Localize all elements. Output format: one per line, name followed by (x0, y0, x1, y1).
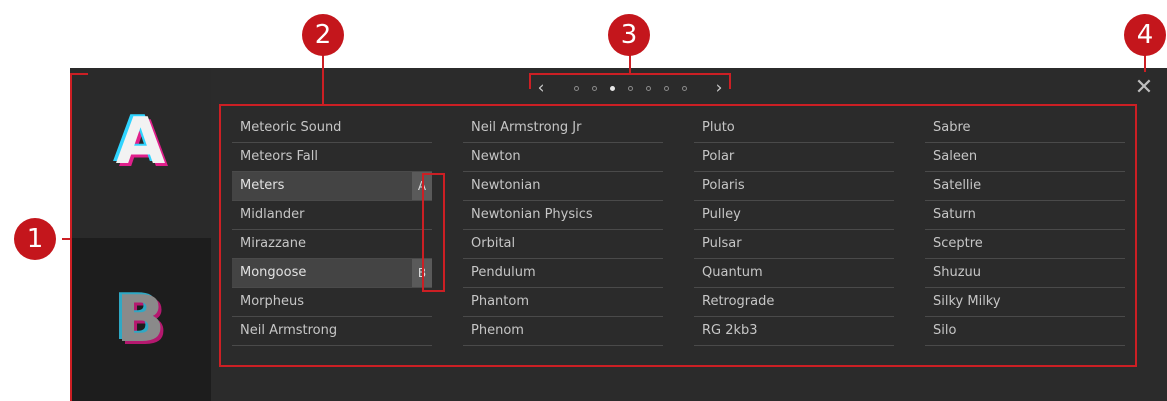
slot-b-letter: B (116, 283, 165, 357)
annotation-leader-1 (62, 238, 72, 240)
callout-2: 2 (302, 14, 344, 56)
annotation-box-2 (219, 104, 1137, 367)
annotation-box-tags (422, 173, 445, 292)
slot-a-letter: A (115, 105, 166, 179)
slot-sidebar: A B (70, 68, 211, 401)
annotation-line-1-top (70, 73, 88, 75)
callout-4: 4 (1124, 14, 1166, 56)
close-icon[interactable]: ✕ (1132, 76, 1156, 100)
callout-3: 3 (608, 14, 650, 56)
slot-b[interactable]: B (70, 238, 211, 401)
callout-1: 1 (14, 218, 56, 260)
annotation-leader-2 (322, 52, 324, 104)
slot-a[interactable]: A (70, 68, 211, 238)
annotation-box-3 (529, 73, 731, 89)
annotation-line-1 (70, 73, 72, 401)
